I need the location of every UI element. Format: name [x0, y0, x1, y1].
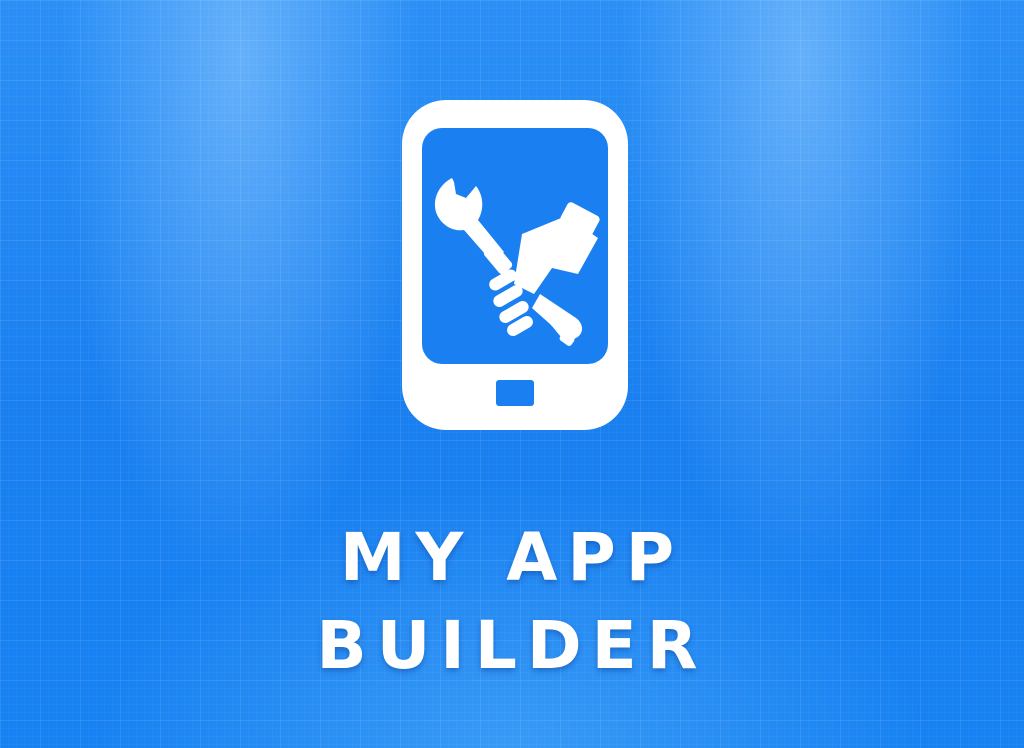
app-logo	[400, 98, 630, 432]
app-title-line-1: MY APP	[339, 519, 685, 596]
app-title-line-2: BUILDER	[316, 607, 708, 684]
smartphone-icon	[402, 100, 628, 430]
